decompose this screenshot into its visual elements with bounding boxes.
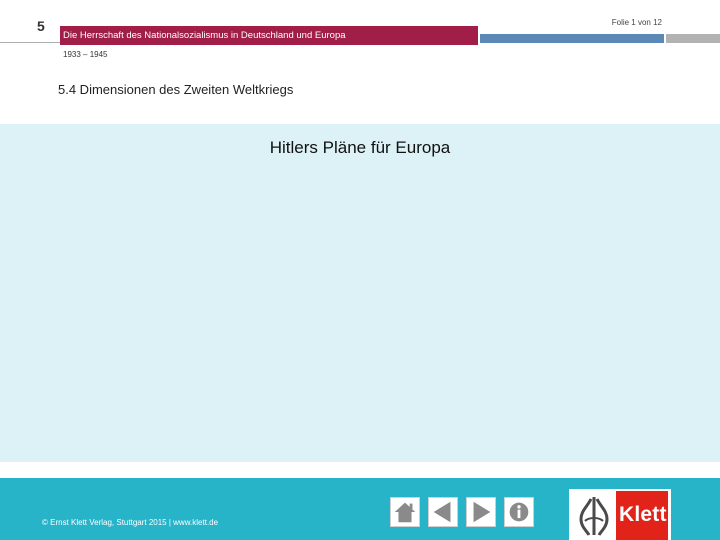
header-bar-gray xyxy=(666,34,720,43)
info-button[interactable] xyxy=(504,497,534,527)
klett-logo-text: Klett xyxy=(619,503,667,526)
slide-title: Hitlers Pläne für Europa xyxy=(269,138,451,157)
arrow-left-icon xyxy=(433,501,451,523)
home-icon xyxy=(394,502,416,523)
header-subtitle: 1933 – 1945 xyxy=(63,50,108,59)
arrow-right-icon xyxy=(473,501,491,523)
header-title: Die Herrschaft des Nationalsozialismus i… xyxy=(63,30,346,41)
content-area xyxy=(0,124,720,462)
section-title: 5.4 Dimensionen des Zweiten Weltkriegs xyxy=(58,82,294,97)
chapter-number: 5 xyxy=(37,18,45,34)
home-button[interactable] xyxy=(390,497,420,527)
copyright: © Ernst Klett Verlag, Stuttgart 2015 | w… xyxy=(42,518,219,527)
info-icon xyxy=(509,502,529,522)
next-button[interactable] xyxy=(466,497,496,527)
slide-counter: Folie 1 von 12 xyxy=(611,18,662,27)
header-bar-blue xyxy=(480,34,664,43)
header-line-left xyxy=(0,42,60,43)
previous-button[interactable] xyxy=(428,497,458,527)
klett-logo-mark xyxy=(579,497,609,536)
